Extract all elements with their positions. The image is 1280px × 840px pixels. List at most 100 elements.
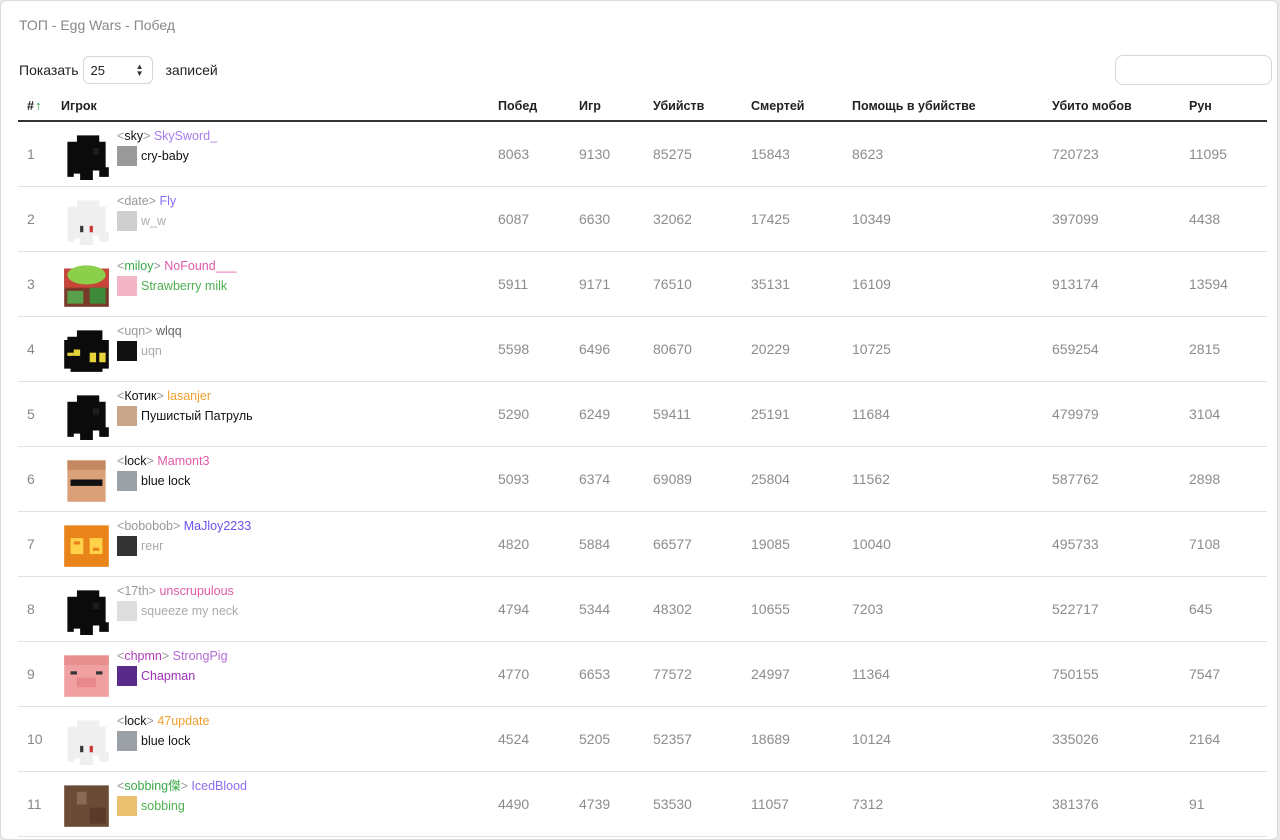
player-line: <miloy> NoFound___ <box>117 259 237 273</box>
player-tag: uqn <box>124 324 146 338</box>
player-name[interactable]: MaJloy2233 <box>184 519 251 533</box>
player-name[interactable]: 47update <box>157 714 209 728</box>
player-name[interactable]: Fly <box>159 194 176 208</box>
clan-line: squeeze my neck <box>117 601 238 621</box>
runes-cell: 13594 <box>1189 251 1267 317</box>
runes-cell: 3104 <box>1189 381 1267 447</box>
assists-cell: 7203 <box>852 576 1052 642</box>
search-input[interactable] <box>1115 55 1272 85</box>
clan-name[interactable]: Strawberry milk <box>141 277 227 295</box>
player-name[interactable]: lasanjer <box>167 389 211 403</box>
player-head-icon[interactable] <box>61 324 112 375</box>
table-row: 6 <lock> Mamont3 blue lock 5093 6374 69089 258… <box>18 446 1267 512</box>
assists-cell: 11562 <box>852 446 1052 512</box>
entries-label: записей <box>165 62 218 78</box>
player-cell: <miloy> NoFound___ Strawberry milk <box>61 251 498 317</box>
rank-cell: 10 <box>18 706 61 772</box>
player-name[interactable]: NoFound___ <box>164 259 236 273</box>
table-row: 4 <uqn> wlqq uqn 5598 6496 80670 20229 10725 659… <box>18 316 1267 382</box>
page-size-value: 25 <box>90 62 105 78</box>
assists-cell: 10725 <box>852 316 1052 382</box>
clan-name[interactable]: генг <box>141 537 164 555</box>
column-header-rank[interactable]: #↑ <box>18 91 61 122</box>
clan-badge-icon <box>117 276 137 296</box>
mobs-cell: 659254 <box>1052 316 1189 382</box>
clan-name[interactable]: cry-baby <box>141 147 189 165</box>
column-header-runes[interactable]: Рун <box>1189 91 1267 122</box>
player-cell: <Котик> lasanjer Пушистый Патруль <box>61 381 498 447</box>
clan-name[interactable]: uqn <box>141 342 162 360</box>
page-size-control: Показать 25 ▲ ▼ записей <box>19 56 218 84</box>
player-head-icon[interactable] <box>61 714 112 765</box>
player-name[interactable]: Mamont3 <box>157 454 209 468</box>
column-header-mobs[interactable]: Убито мобов <box>1052 91 1189 122</box>
player-name[interactable]: StrongPig <box>173 649 228 663</box>
select-arrows-icon: ▲ ▼ <box>135 62 144 78</box>
column-header-kills[interactable]: Убийств <box>653 91 751 122</box>
rank-cell: 6 <box>18 446 61 512</box>
table-row: 9 <chpmn> StrongPig Chapman 4770 6653 77572 24… <box>18 641 1267 707</box>
player-head-icon[interactable] <box>61 454 112 505</box>
column-header-deaths[interactable]: Смертей <box>751 91 852 122</box>
clan-line: uqn <box>117 341 182 361</box>
column-header-games[interactable]: Игр <box>579 91 653 122</box>
player-line: <lock> 47update <box>117 714 210 728</box>
player-name[interactable]: wlqq <box>156 324 182 338</box>
clan-name[interactable]: Пушистый Патруль <box>141 407 253 425</box>
deaths-cell: 15843 <box>751 121 852 187</box>
player-head-icon[interactable] <box>61 779 112 830</box>
player-head-icon[interactable] <box>61 389 112 440</box>
player-name[interactable]: SkySword_ <box>154 129 217 143</box>
clan-name[interactable]: w_w <box>141 212 166 230</box>
clan-name[interactable]: squeeze my neck <box>141 602 238 620</box>
clan-name[interactable]: blue lock <box>141 472 190 490</box>
column-header-wins[interactable]: Побед <box>498 91 579 122</box>
player-line: <lock> Mamont3 <box>117 454 210 468</box>
clan-line: Strawberry milk <box>117 276 237 296</box>
table-row: 11 <sobbing傑> IcedBlood sobbing 4490 4739 535… <box>18 771 1267 837</box>
page-size-select[interactable]: 25 ▲ ▼ <box>82 56 153 84</box>
player-head-icon[interactable] <box>61 649 112 700</box>
clan-name[interactable]: blue lock <box>141 732 190 750</box>
wins-cell: 4524 <box>498 706 579 772</box>
player-name[interactable]: unscrupulous <box>159 584 233 598</box>
wins-cell: 4770 <box>498 641 579 707</box>
games-cell: 6630 <box>579 186 653 252</box>
games-cell: 5205 <box>579 706 653 772</box>
rank-cell: 8 <box>18 576 61 642</box>
clan-line: blue lock <box>117 471 209 491</box>
player-head-icon[interactable] <box>61 129 112 180</box>
table-row: 1 <sky> SkySword_ cry-baby 8063 9130 85275 158… <box>18 121 1267 187</box>
rank-cell: 9 <box>18 641 61 707</box>
clan-badge-icon <box>117 406 137 426</box>
player-tag: sky <box>124 129 144 143</box>
deaths-cell: 35131 <box>751 251 852 317</box>
kills-cell: 48302 <box>653 576 751 642</box>
column-header-player[interactable]: Игрок <box>61 91 498 122</box>
player-name[interactable]: IcedBlood <box>191 779 247 793</box>
show-label: Показать <box>19 62 79 78</box>
kills-cell: 32062 <box>653 186 751 252</box>
table-row: 10 <lock> 47update blue lock 4524 5205 52357 1… <box>18 706 1267 772</box>
mobs-cell: 381376 <box>1052 771 1189 837</box>
clan-name[interactable]: sobbing <box>141 797 185 815</box>
clan-badge-icon <box>117 536 137 556</box>
rank-cell: 2 <box>18 186 61 252</box>
rank-cell: 1 <box>18 121 61 187</box>
clan-line: генг <box>117 536 251 556</box>
player-head-icon[interactable] <box>61 584 112 635</box>
runes-cell: 4438 <box>1189 186 1267 252</box>
player-head-icon[interactable] <box>61 194 112 245</box>
clan-name[interactable]: Chapman <box>141 667 195 685</box>
player-tag: Котик <box>124 389 157 403</box>
clan-badge-icon <box>117 471 137 491</box>
clan-line: blue lock <box>117 731 209 751</box>
clan-line: Пушистый Патруль <box>117 406 253 426</box>
player-line: <Котик> lasanjer <box>117 389 212 403</box>
player-head-icon[interactable] <box>61 259 112 310</box>
leaderboard-panel: ТОП - Egg Wars - Побед Показать 25 ▲ ▼ за… <box>0 0 1278 840</box>
column-header-assists[interactable]: Помощь в убийстве <box>852 91 1052 122</box>
kills-cell: 76510 <box>653 251 751 317</box>
player-head-icon[interactable] <box>61 519 112 570</box>
sort-ascending-icon[interactable]: ↑ <box>35 98 42 113</box>
